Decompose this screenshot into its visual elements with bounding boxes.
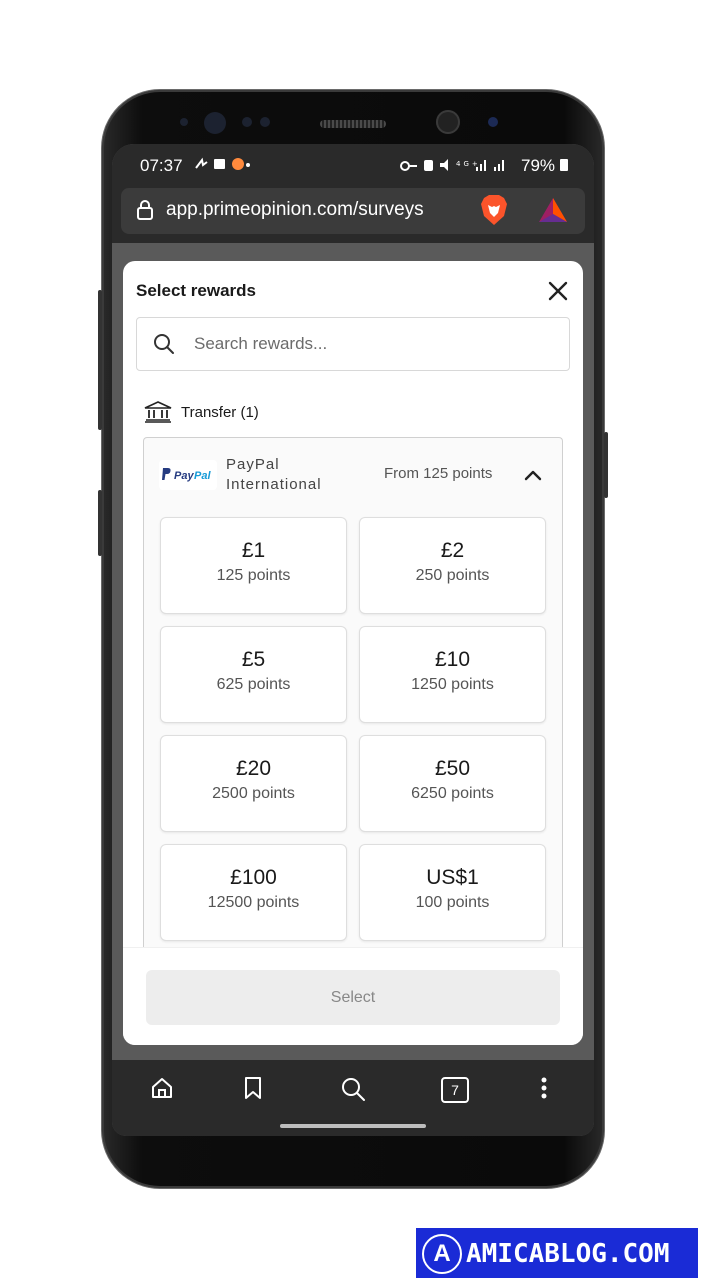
system-icons-svg: 4G+: [400, 159, 504, 171]
reward-points: 625 points: [216, 676, 291, 693]
battery-indicator: 79%: [521, 156, 568, 176]
browser-toolbar: app.primeopinion.com/surveys: [112, 188, 594, 243]
address-bar[interactable]: app.primeopinion.com/surveys: [121, 188, 585, 234]
more-menu-icon[interactable]: [540, 1076, 548, 1100]
reward-amount: US$1: [426, 866, 479, 889]
reward-card[interactable]: £20 2500 points: [160, 735, 347, 832]
reward-points: 125 points: [216, 567, 291, 584]
gesture-area: [112, 1118, 594, 1136]
search-input[interactable]: [192, 330, 556, 358]
reward-amount: £2: [440, 539, 465, 562]
battery-icon: [559, 159, 568, 171]
bixby-button: [98, 490, 102, 556]
front-camera: [436, 110, 460, 134]
close-icon[interactable]: [546, 279, 570, 303]
sensor-dot: [260, 117, 270, 127]
provider-from-points: From 125 points: [384, 465, 493, 482]
home-indicator[interactable]: [280, 1124, 426, 1128]
category-label: Transfer (1): [181, 404, 259, 421]
tabs-button[interactable]: 7: [441, 1077, 469, 1103]
sensor-dot: [242, 117, 252, 127]
reward-amount: £50: [434, 757, 471, 780]
reward-card[interactable]: £1 125 points: [160, 517, 347, 614]
sensor-dot: [488, 117, 498, 127]
reward-points: 6250 points: [411, 785, 494, 802]
watermark: A AMICABLOG.COM: [416, 1228, 698, 1278]
reward-points: 2500 points: [212, 785, 295, 802]
power-button: [604, 432, 608, 498]
lock-icon: [137, 200, 153, 220]
svg-text:4G+: 4G+: [456, 160, 481, 168]
phone-top-bezel: [102, 90, 604, 144]
volume-button: [98, 290, 102, 430]
reward-card[interactable]: £10 1250 points: [359, 626, 546, 723]
chevron-up-icon[interactable]: [522, 464, 544, 486]
reward-points: 12500 points: [207, 894, 300, 911]
search-box: [136, 317, 570, 371]
reward-amount: £5: [241, 648, 266, 671]
browser-bottom-nav: 7: [112, 1060, 594, 1118]
reward-card[interactable]: £5 625 points: [160, 626, 347, 723]
status-time: 07:37: [140, 156, 183, 175]
paypal-logo: Pay Pal: [159, 460, 217, 490]
reward-amount: £1: [241, 539, 266, 562]
reward-amount: £20: [235, 757, 272, 780]
bank-icon: [144, 401, 172, 423]
search-icon: [154, 334, 174, 354]
phone-screen: 07:37 4G+ 79% app.primeopinion.com/surve…: [112, 144, 594, 1136]
status-bar: 07:37 4G+ 79%: [112, 144, 594, 188]
provider-name: PayPal International: [226, 456, 322, 493]
search-icon[interactable]: [340, 1076, 366, 1102]
svg-text:Pay: Pay: [174, 470, 194, 482]
watermark-text: AMICABLOG.COM: [466, 1239, 670, 1269]
battery-percent: 79%: [521, 156, 556, 175]
reward-points: 1250 points: [411, 676, 494, 693]
brave-shields-icon[interactable]: [479, 194, 509, 226]
brave-rewards-icon[interactable]: [537, 196, 569, 224]
notification-icons: [194, 156, 250, 175]
paypal-logo-svg: Pay Pal: [162, 468, 211, 482]
modal-title: Select rewards: [136, 281, 257, 300]
watermark-badge: A: [422, 1234, 462, 1274]
iris-sensor: [204, 112, 226, 134]
reward-card[interactable]: US$1 100 points: [359, 844, 546, 941]
select-rewards-modal: Select rewards Transfer (1) Pay: [123, 261, 583, 1045]
select-button[interactable]: Select: [146, 970, 560, 1025]
paypal-reward-panel: Pay Pal PayPal International From 125 po…: [143, 437, 563, 958]
reward-amount: £10: [434, 648, 471, 671]
reward-points: 100 points: [415, 894, 490, 911]
sensor-dot: [180, 118, 188, 126]
reward-amount: £100: [230, 866, 277, 889]
home-icon[interactable]: [150, 1076, 174, 1100]
earpiece-grille: [320, 120, 386, 128]
modal-footer: Select: [123, 947, 583, 1045]
system-icons: 4G+: [400, 157, 514, 176]
notification-icons-svg: [195, 157, 250, 170]
reward-card[interactable]: £100 12500 points: [160, 844, 347, 941]
tab-count: 7: [451, 1082, 459, 1098]
reward-card[interactable]: £2 250 points: [359, 517, 546, 614]
reward-points: 250 points: [415, 567, 490, 584]
reward-card[interactable]: £50 6250 points: [359, 735, 546, 832]
bookmark-icon[interactable]: [243, 1076, 263, 1100]
svg-text:Pal: Pal: [194, 470, 211, 482]
url-text: app.primeopinion.com/surveys: [166, 199, 424, 220]
